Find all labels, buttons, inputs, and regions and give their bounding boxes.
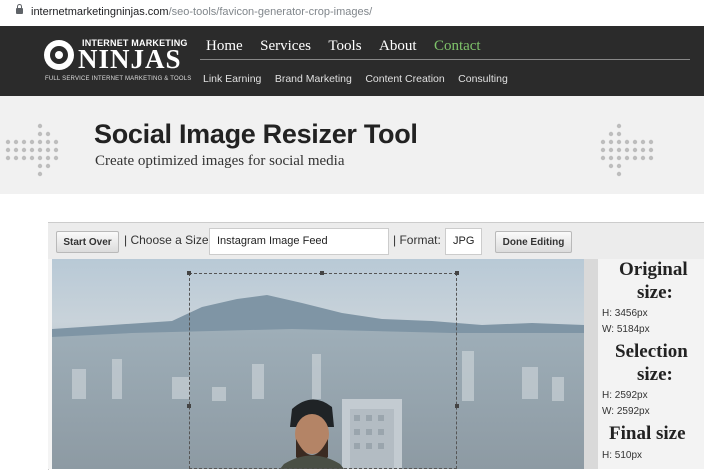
- logo-main-text[interactable]: NINJAS: [78, 46, 182, 73]
- format-select[interactable]: JPG: [445, 228, 482, 255]
- subnav-brand-marketing[interactable]: Brand Marketing: [275, 73, 352, 85]
- address-bar[interactable]: internetmarketingninjas.com/seo-tools/fa…: [0, 0, 704, 26]
- crop-handle-right[interactable]: [455, 404, 459, 408]
- original-size-heading: Original: [619, 259, 688, 280]
- final-size-heading: Final size: [609, 423, 686, 444]
- nav-tools[interactable]: Tools: [328, 38, 361, 54]
- dot-arrow-left-decoration: [5, 123, 59, 177]
- original-height: H: 3456px: [602, 308, 648, 319]
- crop-handle-left[interactable]: [187, 404, 191, 408]
- selection-height: H: 2592px: [602, 390, 648, 401]
- selection-size-heading: Selection: [615, 341, 688, 362]
- crop-selection[interactable]: [189, 273, 457, 469]
- crop-handle-top-left[interactable]: [187, 271, 191, 275]
- format-label: | Format:: [393, 233, 441, 247]
- page-title: Social Image Resizer Tool: [94, 119, 418, 149]
- sub-nav: Link Earning Brand Marketing Content Cre…: [203, 69, 517, 87]
- lock-icon: [16, 4, 23, 14]
- subnav-consulting[interactable]: Consulting: [458, 73, 508, 85]
- start-over-button[interactable]: Start Over: [56, 231, 119, 253]
- page-subtitle: Create optimized images for social media: [95, 153, 345, 169]
- selection-size-heading-line2: size:: [637, 364, 673, 385]
- original-width: W: 5184px: [602, 324, 650, 335]
- nav-divider: [200, 59, 690, 60]
- nav-services[interactable]: Services: [260, 38, 311, 54]
- url-text[interactable]: internetmarketingninjas.com/seo-tools/fa…: [31, 6, 372, 18]
- url-path: /seo-tools/favicon-generator-crop-images…: [168, 6, 373, 18]
- done-editing-button[interactable]: Done Editing: [495, 231, 572, 253]
- dot-arrow-right-decoration: [600, 123, 654, 177]
- nav-home[interactable]: Home: [206, 38, 243, 54]
- choose-size-label: | Choose a Size:: [124, 233, 212, 247]
- size-select[interactable]: Instagram Image Feed: [209, 228, 389, 255]
- selection-width: W: 2592px: [602, 406, 650, 417]
- panel-scrollbar[interactable]: [584, 259, 598, 469]
- nav-contact[interactable]: Contact: [434, 38, 481, 54]
- ninja-logo-icon[interactable]: [44, 40, 74, 70]
- logo-tagline: FULL SERVICE INTERNET MARKETING & TOOLS: [45, 76, 192, 82]
- subnav-content-creation[interactable]: Content Creation: [365, 73, 444, 85]
- original-size-heading-line2: size:: [637, 282, 673, 303]
- crop-handle-top[interactable]: [320, 271, 324, 275]
- nav-about[interactable]: About: [379, 38, 417, 54]
- main-nav: Home Services Tools About Contact: [206, 37, 494, 57]
- url-domain: internetmarketingninjas.com: [31, 6, 169, 18]
- crop-handle-top-right[interactable]: [455, 271, 459, 275]
- final-height: H: 510px: [602, 450, 643, 461]
- subnav-link-earning[interactable]: Link Earning: [203, 73, 261, 85]
